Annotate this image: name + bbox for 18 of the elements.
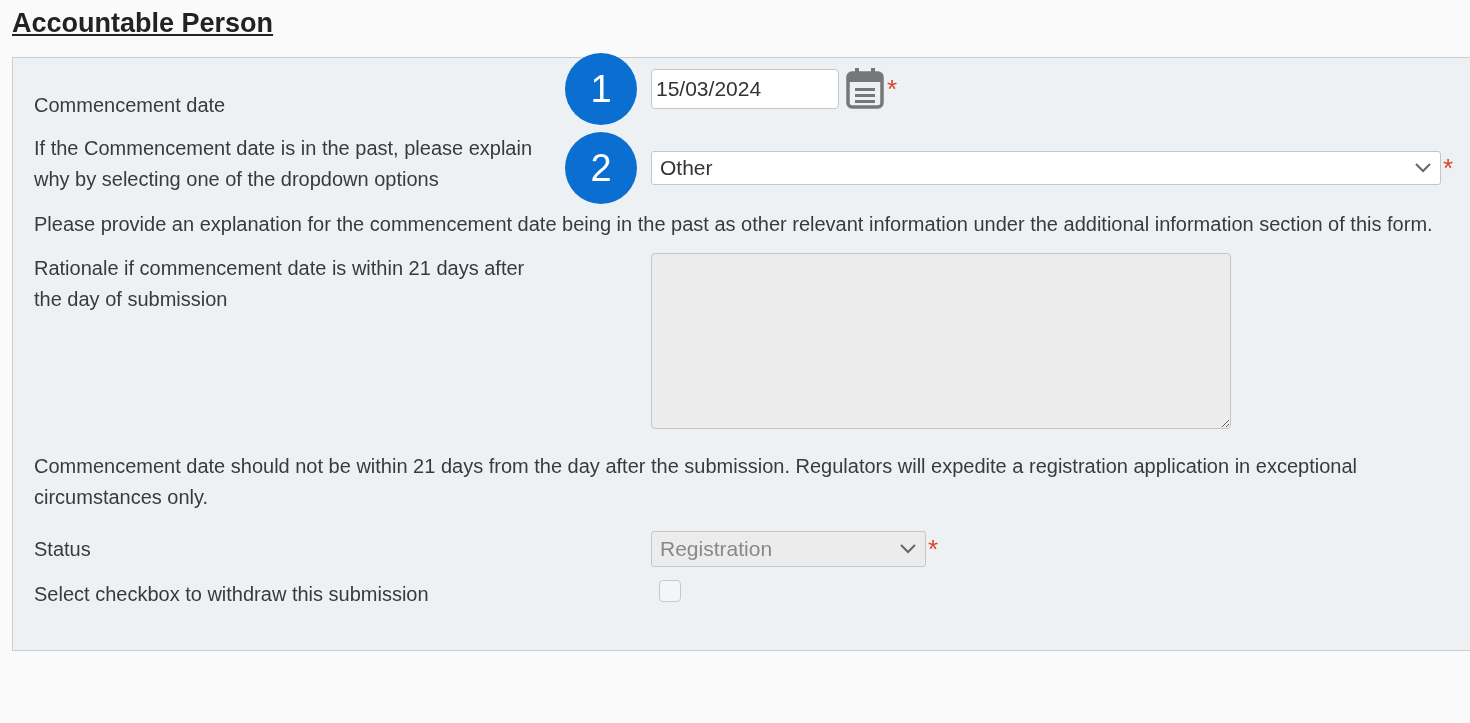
step-number-badge: 1 (565, 53, 637, 125)
dropdown[interactable]: Other (651, 151, 1441, 185)
field-label: If the Commencement date is in the past, please explain why by selecting one of the dropdown options (34, 136, 534, 192)
field-label: Commencement date (34, 93, 227, 118)
required-asterisk: * (887, 76, 898, 102)
field-label: Rationale if commencement date is within 21 days after the day of submission (34, 256, 526, 312)
chevron-down-icon (899, 543, 917, 555)
calendar-icon[interactable] (845, 67, 885, 111)
field-label: Select checkbox to withdraw this submission (34, 582, 430, 607)
required-asterisk: * (928, 536, 939, 562)
chevron-down-icon (1414, 162, 1432, 174)
step-number-badge: 2 (565, 132, 637, 204)
info-text: Commencement date should not be within 21 days from the day after the submission. Regulators will expedite a registration application in exceptional circumstances only. (34, 454, 1358, 510)
field-label: Status (34, 536, 92, 562)
required-asterisk: * (1443, 155, 1454, 181)
info-text: Please provide an explanation for the commencement date being in the past as other relevant information under the additional information section of this form. (34, 212, 1434, 237)
date-field[interactable]: 15/03/2024 (651, 69, 839, 109)
section-heading: Accountable Person (12, 8, 274, 39)
